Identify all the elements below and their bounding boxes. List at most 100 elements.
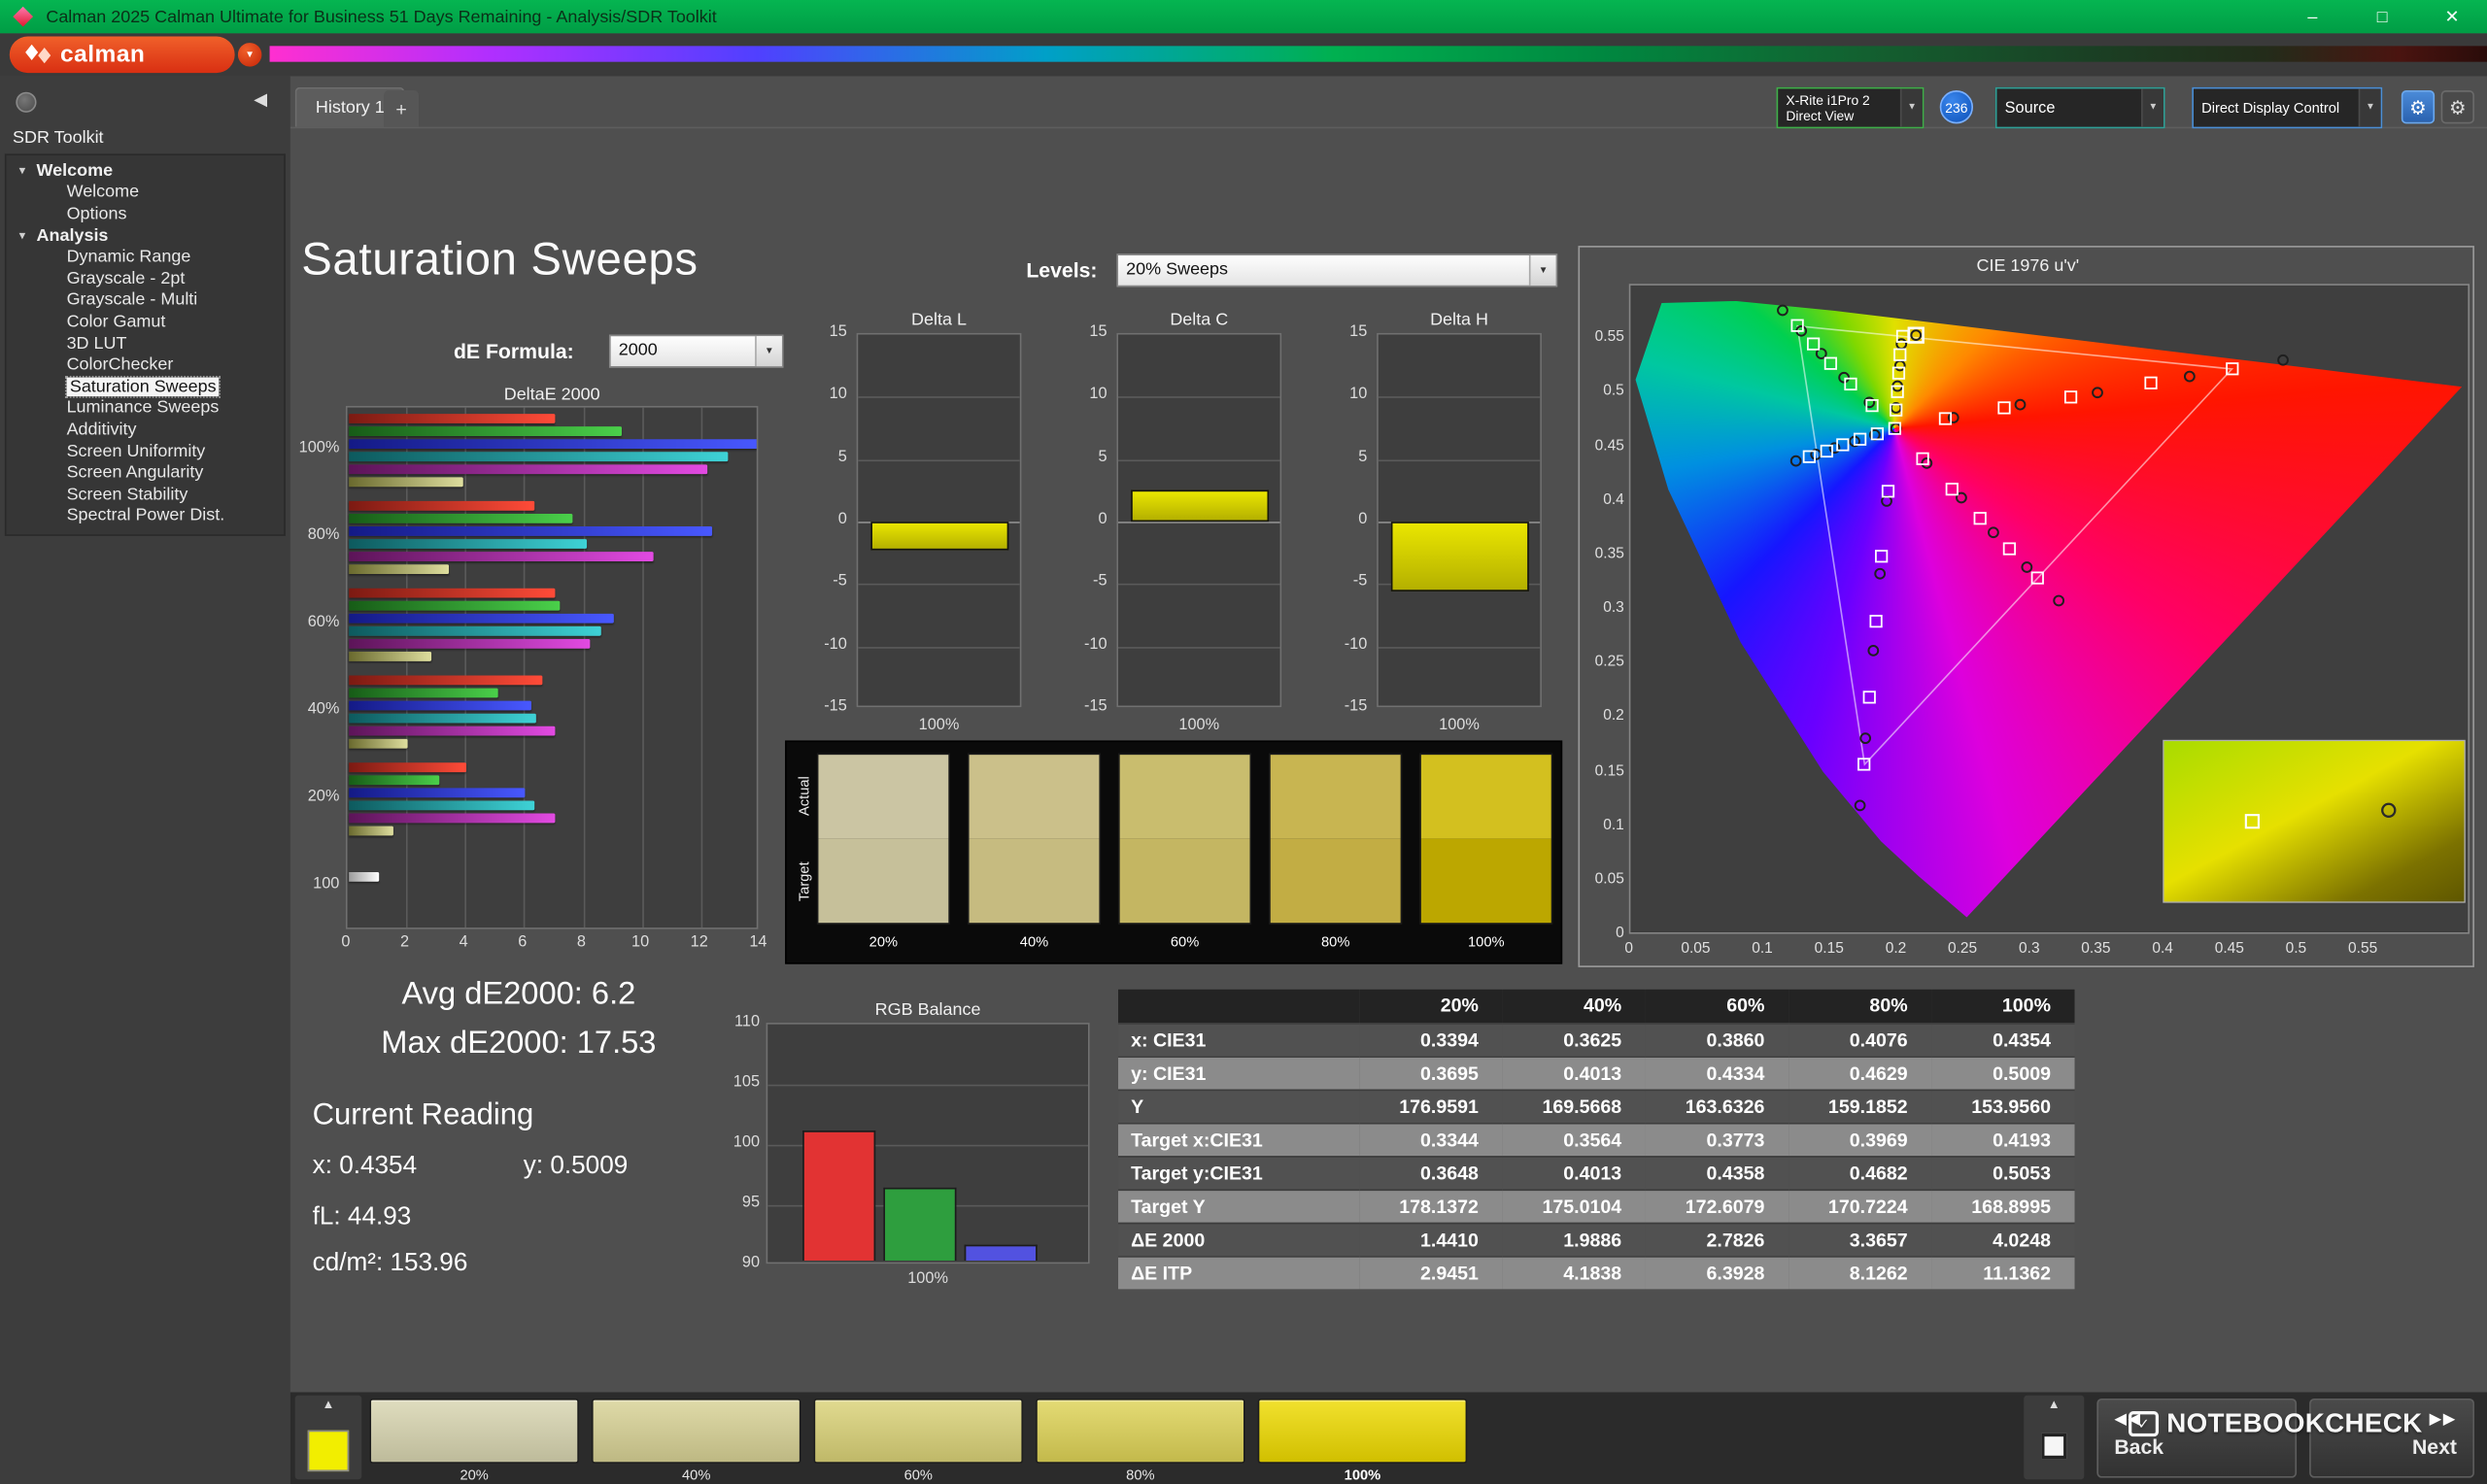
y-axis-tick-label: 0.15 [1594,761,1624,780]
bar-magenta [349,638,590,649]
eject-icon[interactable]: ▲ [2024,1397,2084,1411]
sidebar-item-grayscale-2pt[interactable]: Grayscale - 2pt [7,268,285,289]
eject-icon[interactable]: ▲ [295,1397,362,1411]
bar-cyan [349,539,587,549]
swatch-level-label: 20% [869,933,899,950]
plot-area [1377,332,1542,708]
settings-button-secondary[interactable]: ⚙ [2440,90,2474,124]
sidebar-item-colorchecker[interactable]: ColorChecker [7,354,285,376]
add-tab-button[interactable]: + [384,90,420,127]
sidebar-item-options[interactable]: Options [7,203,285,224]
sidebar-item-dynamic-range[interactable]: Dynamic Range [7,247,285,268]
sidebar-item-spectral-power-dist[interactable]: Spectral Power Dist. [7,505,285,526]
current-reading-title: Current Reading [312,1098,534,1132]
sidebar: ◀ SDR Toolkit ▾ Welcome Welcome Options ▾ Ana… [0,76,290,1484]
x-axis-label: 100% [918,716,960,734]
next-button[interactable]: ▶▶ Next [2309,1398,2474,1478]
logo-menu-button[interactable]: ▼ [237,43,262,67]
bar-blue [349,613,614,624]
gridline [524,407,527,928]
meter-dropdown[interactable]: X-Rite i1Pro 2 Direct View ▼ [1776,86,1925,129]
levels-value: 20% Sweeps [1126,259,1229,280]
sidebar-item-color-gamut[interactable]: Color Gamut [7,311,285,332]
table-row-y-cie31: y: CIE31 0.3695 0.4013 0.4334 0.4629 0.5009 [1118,1055,2075,1090]
sidebar-item-screen-uniformity[interactable]: Screen Uniformity [7,440,285,461]
bar-blue [349,439,757,450]
cell-value: 0.3695 [1359,1055,1503,1090]
cell-value: 169.5668 [1502,1088,1646,1123]
tree-section-analysis[interactable]: ▾ Analysis [7,224,285,246]
cell-value: 0.4629 [1788,1055,1932,1090]
sidebar-collapse-button[interactable]: ◀ [254,88,267,110]
sidebar-item-additivity[interactable]: Additivity [7,419,285,440]
measured-point [1895,338,1908,350]
de-summary: Avg dE2000: 6.2 Max dE2000: 17.53 [295,977,742,1062]
level-button-20[interactable] [369,1398,579,1464]
level-button-60[interactable] [813,1398,1024,1464]
y-axis-tick-label: -10 [1083,635,1107,654]
bar-red [802,1130,876,1261]
test-pattern-window-icon[interactable] [2041,1433,2067,1460]
levels-select[interactable]: 20% Sweeps ▼ [1116,253,1558,287]
source-dropdown[interactable]: Source ▼ [1994,86,2165,129]
bar-magenta [349,725,555,736]
swatch-level-label: 80% [1320,933,1350,950]
sidebar-item-luminance-sweeps[interactable]: Luminance Sweeps [7,397,285,419]
level-button-40[interactable] [591,1398,801,1464]
bar-magenta [349,813,555,824]
sidebar-item-screen-stability[interactable]: Screen Stability [7,484,285,505]
bar-blue [964,1245,1038,1261]
y-axis-tick-label: -15 [1344,697,1368,716]
sidebar-item-3d-lut[interactable]: 3D LUT [7,332,285,354]
sidebar-item-screen-angularity[interactable]: Screen Angularity [7,462,285,484]
current-reading-y: y: 0.5009 [523,1152,629,1180]
cell-value: 172.6079 [1645,1188,1789,1223]
sidebar-item-grayscale-multi[interactable]: Grayscale - Multi [7,289,285,311]
x-axis-tick-label: 12 [690,933,708,952]
x-axis-tick-label: 0.25 [1947,940,1978,959]
minimize-button[interactable]: – [2277,0,2347,33]
meter-dropdown-arrow[interactable]: ▼ [1899,88,1923,127]
patch-window-panel: ▲ [2024,1395,2085,1480]
back-button[interactable]: ◀◀ Back [2096,1398,2298,1478]
gridline [700,407,703,928]
bar-red [349,675,543,686]
source-dropdown-arrow[interactable]: ▼ [2141,88,2163,127]
bar-yellow [349,564,449,575]
title-bar: Calman 2025 Calman Ultimate for Business… [0,0,2487,34]
y-axis-group-label: 40% [307,700,340,719]
level-button-label: 80% [1126,1467,1155,1483]
maximize-button[interactable]: □ [2347,0,2417,33]
x-axis-tick-label: 0 [1624,940,1634,959]
cell-value: 6.3928 [1645,1255,1789,1290]
measured-point [1881,495,1892,507]
sidebar-item-saturation-sweeps[interactable]: Saturation Sweeps [7,375,285,398]
source-label: Source [2004,99,2056,117]
de-formula-select[interactable]: 2000 ▼ [608,334,784,368]
workflow-menu-icon[interactable] [16,91,37,113]
tab-label: History 1 [315,98,385,118]
cell-value: 170.7224 [1788,1188,1932,1223]
plus-icon: + [395,97,407,120]
target-point [1881,485,1895,498]
sidebar-item-label: Spectral Power Dist. [66,506,225,525]
level-button-label: 100% [1344,1467,1381,1483]
level-button-80[interactable] [1036,1398,1245,1464]
cell-value: 2.9451 [1359,1255,1503,1290]
display-control-dropdown[interactable]: Direct Display Control ▼ [2192,86,2383,129]
bar-green [883,1187,957,1261]
cell-value: 4.0248 [1931,1221,2075,1257]
cell-value: 163.6326 [1645,1088,1789,1123]
display-control-dropdown-arrow[interactable]: ▼ [2358,88,2381,127]
level-button-100[interactable] [1257,1398,1468,1464]
calman-logo[interactable]: calman [9,36,235,74]
delta-c-chart: Delta C 15 10 5 0 -5 -10 -15 100% [1063,311,1282,747]
zoom-inset [2163,739,2466,903]
close-button[interactable]: ✕ [2417,0,2487,33]
settings-button-primary[interactable]: ⚙ [2401,90,2436,124]
target-point [1973,512,1987,525]
cell-value: 0.4358 [1645,1155,1789,1190]
tree-expand-icon: ▾ [18,228,26,243]
sidebar-item-welcome[interactable]: Welcome [7,182,285,203]
tree-section-welcome[interactable]: ▾ Welcome [7,160,285,182]
